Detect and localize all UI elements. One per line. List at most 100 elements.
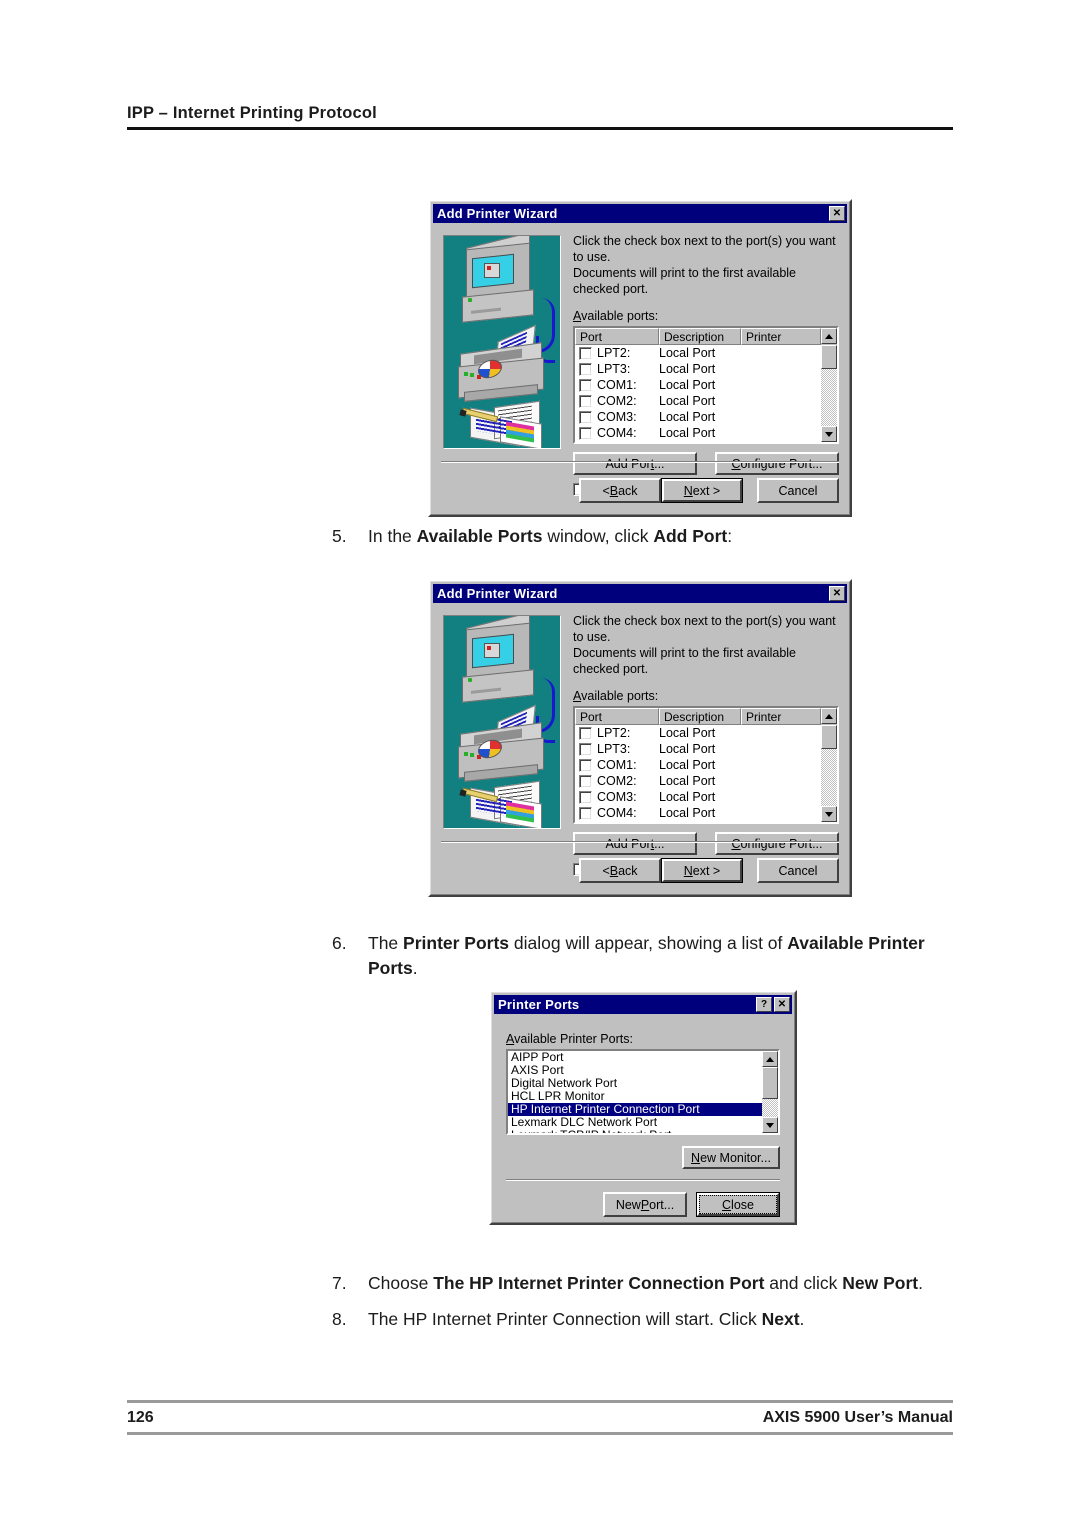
port-description: Local Port bbox=[659, 806, 716, 820]
available-ports-label: Available ports: bbox=[573, 689, 659, 703]
printer-ports-scrollbar[interactable] bbox=[762, 1051, 778, 1133]
new-monitor-button[interactable]: New Monitor... bbox=[682, 1146, 780, 1169]
dialog-title: Printer Ports bbox=[498, 997, 580, 1012]
back-button[interactable]: < Back bbox=[579, 478, 661, 503]
list-item-selected[interactable]: HP Internet Printer Connection Port bbox=[508, 1103, 762, 1116]
close-icon[interactable]: ✕ bbox=[774, 997, 790, 1012]
port-name: LPT2: bbox=[597, 346, 631, 360]
available-ports-listview[interactable]: Port Description Printer LPT2: Local Por… bbox=[573, 326, 839, 444]
port-checkbox[interactable] bbox=[579, 378, 592, 392]
close-button[interactable]: Close bbox=[696, 1192, 780, 1217]
port-checkbox[interactable] bbox=[579, 806, 592, 820]
titlebar[interactable]: Add Printer Wizard ✕ bbox=[433, 204, 847, 223]
table-row[interactable]: COM4: Local Port bbox=[575, 425, 821, 441]
dialog-title: Add Printer Wizard bbox=[437, 586, 558, 601]
column-header-port[interactable]: Port bbox=[575, 328, 659, 345]
port-description: Local Port bbox=[659, 774, 716, 788]
printer-ports-dialog[interactable]: Printer Ports ? ✕ Available Printer Port… bbox=[489, 990, 797, 1225]
port-checkbox[interactable] bbox=[579, 758, 592, 772]
column-header-description[interactable]: Description bbox=[659, 328, 741, 345]
port-checkbox[interactable] bbox=[579, 726, 592, 740]
available-ports-listview[interactable]: Port Description Printer LPT2: Local Por… bbox=[573, 706, 839, 824]
back-button[interactable]: < Back bbox=[579, 858, 661, 883]
step-7-bold1: The HP Internet Printer Connection Port bbox=[433, 1273, 765, 1293]
next-button[interactable]: Next > bbox=[661, 478, 743, 503]
scroll-down-icon[interactable] bbox=[821, 426, 837, 442]
table-row[interactable]: LPT2: Local Port bbox=[575, 345, 821, 361]
list-item[interactable]: AIPP Port bbox=[508, 1051, 762, 1064]
column-header-port[interactable]: Port bbox=[575, 708, 659, 725]
scrollbar-thumb[interactable] bbox=[821, 725, 837, 749]
port-checkbox[interactable] bbox=[579, 790, 592, 804]
close-icon[interactable]: ✕ bbox=[829, 586, 845, 601]
table-row[interactable]: COM3: Local Port bbox=[575, 409, 821, 425]
port-checkbox[interactable] bbox=[579, 426, 592, 440]
configure-port-button[interactable]: Configure Port... bbox=[715, 832, 839, 855]
list-item[interactable]: HCL LPR Monitor bbox=[508, 1090, 762, 1103]
table-row[interactable]: COM3: Local Port bbox=[575, 789, 821, 805]
add-printer-wizard-dialog-1[interactable]: Add Printer Wizard ✕ Click the check box… bbox=[428, 199, 852, 517]
dialog-title: Add Printer Wizard bbox=[437, 206, 558, 221]
port-description: Local Port bbox=[659, 362, 716, 376]
add-port-button[interactable]: Add Por t... bbox=[573, 832, 697, 855]
available-printer-ports-listbox[interactable]: AIPP Port AXIS Port Digital Network Port… bbox=[506, 1049, 780, 1135]
list-item[interactable]: Lexmark TCP/IP Network Port bbox=[508, 1129, 762, 1133]
next-button[interactable]: Next > bbox=[661, 858, 743, 883]
table-row[interactable]: COM4: Local Port bbox=[575, 805, 821, 821]
help-icon[interactable]: ? bbox=[756, 997, 772, 1012]
port-checkbox[interactable] bbox=[579, 362, 592, 376]
scrollbar-track[interactable] bbox=[762, 1067, 778, 1117]
table-row[interactable]: LPT3: Local Port bbox=[575, 741, 821, 757]
table-row[interactable]: COM1: Local Port bbox=[575, 757, 821, 773]
step-5-bold1: Available Ports bbox=[416, 526, 543, 546]
cancel-button[interactable]: Cancel bbox=[757, 858, 839, 883]
listview-scrollbar[interactable] bbox=[821, 345, 837, 442]
step-7-text: Choose The HP Internet Printer Connectio… bbox=[368, 1271, 952, 1296]
scroll-up-icon[interactable] bbox=[821, 328, 837, 344]
list-item[interactable]: Lexmark DLC Network Port bbox=[508, 1116, 762, 1129]
close-icon[interactable]: ✕ bbox=[829, 206, 845, 221]
table-row[interactable]: COM2: Local Port bbox=[575, 773, 821, 789]
table-row[interactable]: LPT3: Local Port bbox=[575, 361, 821, 377]
scrollbar-thumb[interactable] bbox=[821, 345, 837, 369]
table-row[interactable]: COM1: Local Port bbox=[575, 377, 821, 393]
configure-port-button[interactable]: Configure Port... bbox=[715, 452, 839, 475]
printer-ports-items: AIPP Port AXIS Port Digital Network Port… bbox=[508, 1051, 762, 1133]
port-checkbox[interactable] bbox=[579, 410, 592, 424]
list-item[interactable]: AXIS Port bbox=[508, 1064, 762, 1077]
printer-led-green2-icon bbox=[470, 753, 474, 757]
scroll-up-icon[interactable] bbox=[762, 1051, 778, 1067]
add-port-button[interactable]: Add Por t... bbox=[573, 452, 697, 475]
pencil-tip-icon bbox=[459, 789, 467, 797]
instruction-line-2: Documents will print to the first availa… bbox=[573, 266, 797, 296]
scroll-down-icon[interactable] bbox=[762, 1117, 778, 1133]
list-item[interactable]: Digital Network Port bbox=[508, 1077, 762, 1090]
titlebar[interactable]: Printer Ports ? ✕ bbox=[494, 995, 792, 1014]
step-5: 5. In the Available Ports window, click … bbox=[332, 524, 952, 549]
table-row[interactable]: LPT2: Local Port bbox=[575, 725, 821, 741]
table-row[interactable]: COM2: Local Port bbox=[575, 393, 821, 409]
step-7-number: 7. bbox=[332, 1273, 347, 1293]
column-header-printer[interactable]: Printer bbox=[741, 328, 821, 345]
scroll-up-icon[interactable] bbox=[821, 708, 837, 724]
scrollbar-thumb[interactable] bbox=[762, 1067, 778, 1099]
column-header-description[interactable]: Description bbox=[659, 708, 741, 725]
scrollbar-track[interactable] bbox=[821, 345, 837, 426]
port-name: COM4: bbox=[597, 426, 637, 440]
scrollbar-track[interactable] bbox=[821, 725, 837, 806]
titlebar[interactable]: Add Printer Wizard ✕ bbox=[433, 584, 847, 603]
port-checkbox[interactable] bbox=[579, 742, 592, 756]
wizard-nav-buttons: < Back Next > Cancel bbox=[579, 478, 839, 503]
listview-scrollbar[interactable] bbox=[821, 725, 837, 822]
port-checkbox[interactable] bbox=[579, 346, 592, 360]
screen-document-icon bbox=[484, 643, 500, 658]
port-checkbox[interactable] bbox=[579, 774, 592, 788]
scroll-down-icon[interactable] bbox=[821, 806, 837, 822]
port-checkbox[interactable] bbox=[579, 394, 592, 408]
cancel-button[interactable]: Cancel bbox=[757, 478, 839, 503]
add-printer-wizard-dialog-2[interactable]: Add Printer Wizard ✕ Click the check box… bbox=[428, 579, 852, 897]
new-port-button[interactable]: New Port... bbox=[603, 1192, 687, 1217]
instruction-line-1: Click the check box next to the port(s) … bbox=[573, 234, 836, 264]
step-7-part2: and click bbox=[764, 1273, 843, 1293]
column-header-printer[interactable]: Printer bbox=[741, 708, 821, 725]
